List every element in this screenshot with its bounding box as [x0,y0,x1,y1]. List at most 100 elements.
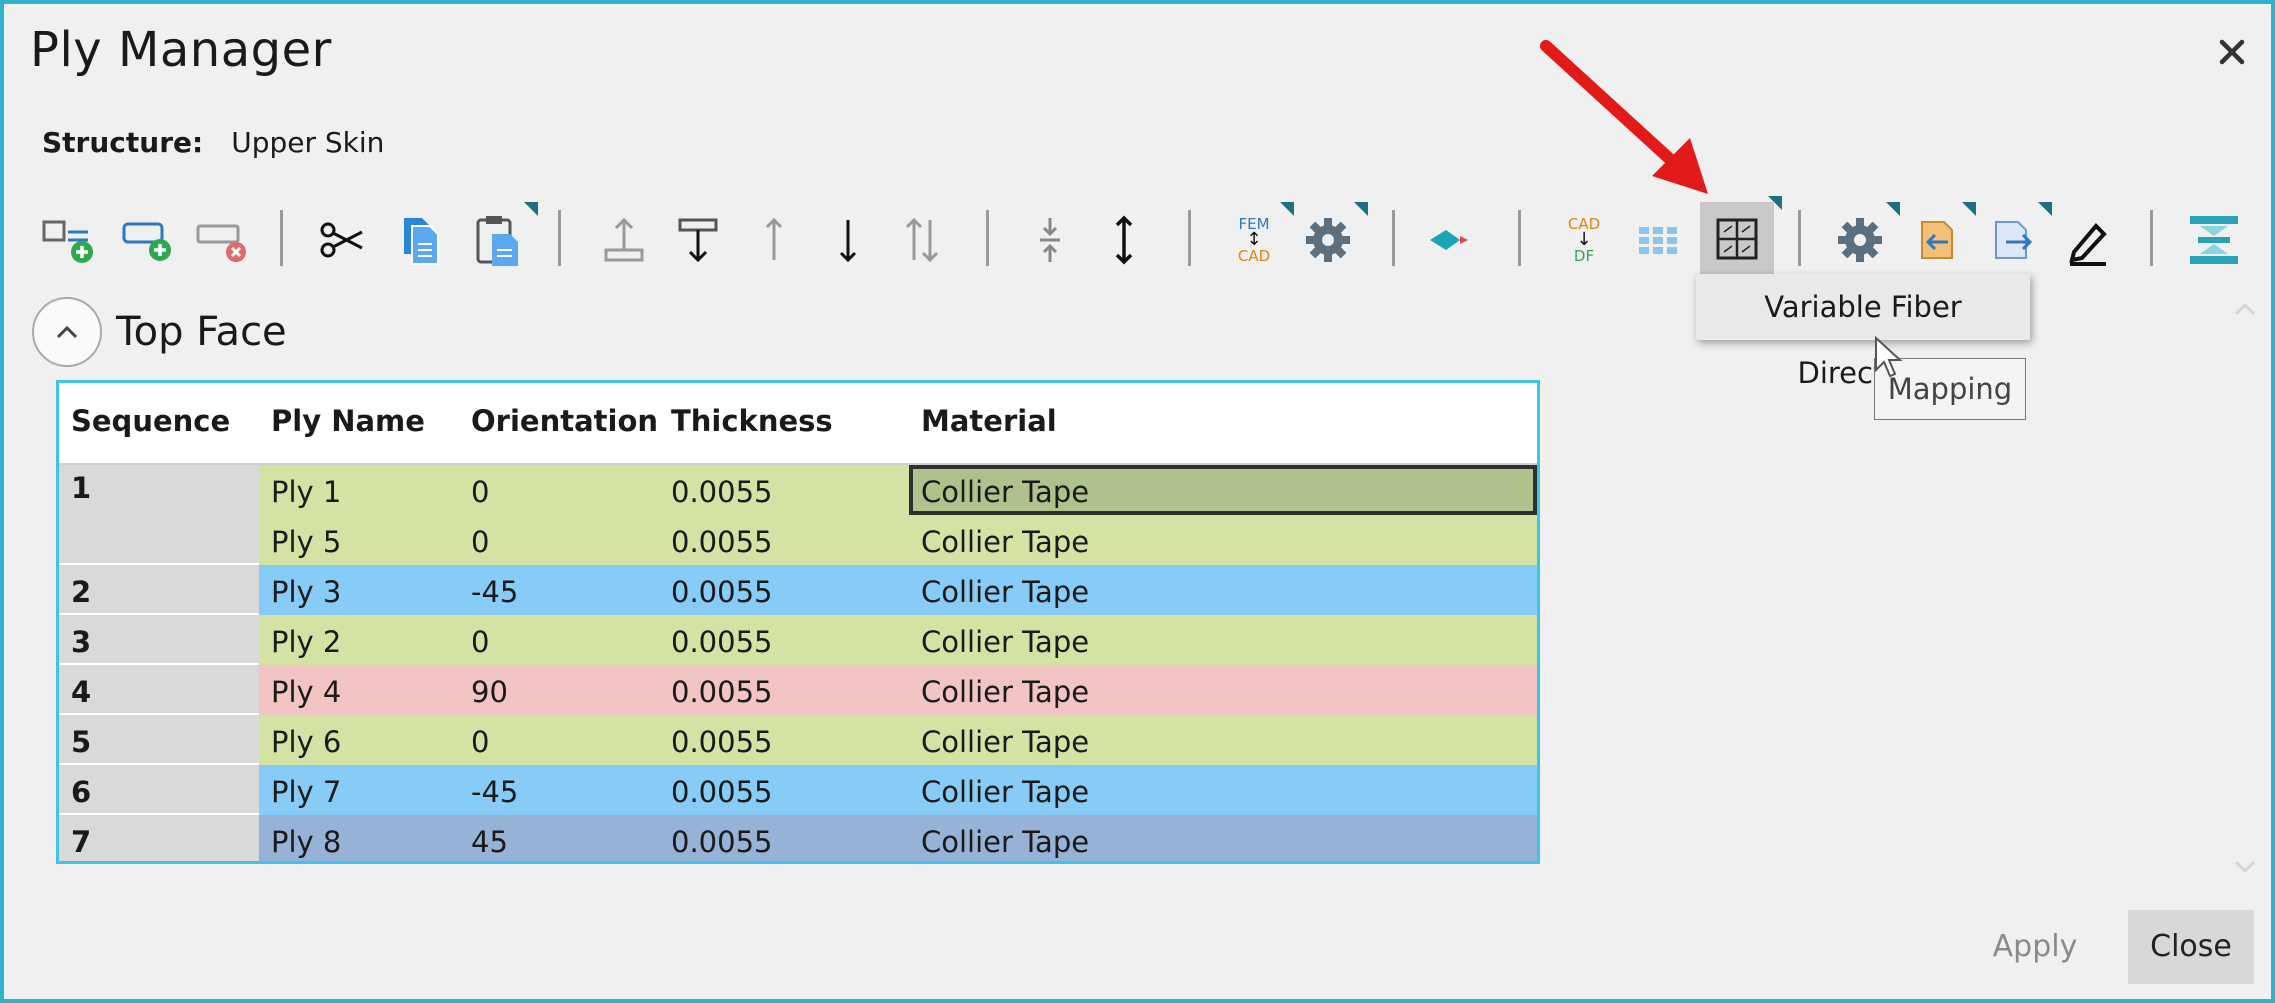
material-cell[interactable]: Collier Tape [909,715,1537,765]
scroll-down-icon[interactable] [2230,852,2260,882]
remove-icon[interactable] [190,208,254,272]
sequence-cell[interactable]: 7 [59,815,259,861]
orientation-cell[interactable]: 0 [459,465,659,515]
orientation-cell[interactable]: 0 [459,715,659,765]
orientation-cell[interactable]: -45 [459,765,659,815]
grid-icon[interactable] [1626,208,1690,272]
thickness-cell[interactable]: 0.0055 [659,765,909,815]
fem-cad-icon[interactable]: FEM ↕ CAD [1222,202,1294,272]
mouse-cursor-icon [1875,336,1903,378]
ply-name-cell[interactable]: Ply 3 [259,565,459,615]
move-down-icon[interactable] [816,208,880,272]
header-thickness[interactable]: Thickness [659,383,909,463]
material-cell[interactable]: Collier Tape [909,765,1537,815]
sequence-cell[interactable]: 6 [59,765,259,815]
add-group-icon[interactable] [116,208,180,272]
apply-button[interactable]: Apply [1972,910,2098,984]
table-row[interactable]: Ply 6 0 0.0055 Collier Tape [259,715,1537,767]
import-icon[interactable] [1904,202,1976,272]
table-row[interactable]: Ply 3 -45 0.0055 Collier Tape [259,565,1537,617]
ply-name-cell[interactable]: Ply 8 [259,815,459,865]
orientation-cell[interactable]: 0 [459,515,659,565]
sequence-cell[interactable]: 4 [59,665,259,715]
toolbar-separator [2150,210,2153,266]
toolbar-separator [1798,210,1801,266]
toolbar-separator [280,210,283,266]
tooltip-variable-fiber-direction: Variable Fiber Direction [1696,274,2030,390]
expand-icon[interactable] [1092,208,1156,272]
header-orientation[interactable]: Orientation [459,383,659,463]
thickness-cell[interactable]: 0.0055 [659,815,909,865]
sequence-cell[interactable]: 1 [59,465,259,565]
fem-arrow-glyph: ↕ [1246,229,1262,250]
cad-df-icon[interactable]: CAD ↓ DF [1552,208,1616,272]
ply-manager-dialog: Ply Manager Structure: Upper Skin FEM ↕ … [0,0,2275,1003]
stack-icon[interactable] [2182,208,2246,272]
chevron-up-icon [56,325,78,339]
scroll-up-icon[interactable] [2230,294,2260,324]
orientation-cell[interactable]: 90 [459,665,659,715]
collapse-section-button[interactable] [32,297,102,367]
thickness-cell[interactable]: 0.0055 [659,665,909,715]
cut-icon[interactable] [312,208,376,272]
sequence-cell[interactable]: 5 [59,715,259,765]
paste-icon[interactable] [466,202,538,272]
material-cell[interactable]: Collier Tape [909,815,1537,865]
ply-name-cell[interactable]: Ply 5 [259,515,459,565]
collapse-icon[interactable] [1018,208,1082,272]
variable-fiber-direction-icon[interactable] [1700,196,1782,276]
table-row[interactable]: Ply 7 -45 0.0055 Collier Tape [259,765,1537,817]
header-ply-name[interactable]: Ply Name [259,383,459,463]
table-row[interactable]: Ply 8 45 0.0055 Collier Tape [259,815,1537,861]
thickness-cell[interactable]: 0.0055 [659,515,909,565]
structure-label: Structure: [42,126,204,159]
material-cell[interactable]: Collier Tape [909,615,1537,665]
copy-icon[interactable] [388,208,452,272]
add-ply-icon[interactable] [36,208,100,272]
table-row[interactable]: Ply 1 0 0.0055 Collier Tape [259,465,1537,517]
close-icon[interactable] [2208,28,2256,76]
structure-row: Structure: Upper Skin [42,126,384,159]
thickness-cell[interactable]: 0.0055 [659,465,909,515]
table-row[interactable]: Ply 5 0 0.0055 Collier Tape [259,515,1537,567]
sequence-cell[interactable]: 3 [59,615,259,665]
toolbar-separator [1392,210,1395,266]
gear-icon[interactable] [1296,202,1368,272]
material-cell[interactable]: Collier Tape [909,465,1537,515]
orientation-cell[interactable]: 0 [459,615,659,665]
close-button[interactable]: Close [2128,910,2254,984]
ply-table: Sequence Ply Name Orientation Thickness … [56,380,1540,864]
layer-icon[interactable] [1424,208,1488,272]
ply-name-cell[interactable]: Ply 1 [259,465,459,515]
thickness-cell[interactable]: 0.0055 [659,715,909,765]
orientation-cell[interactable]: -45 [459,565,659,615]
cad-label: CAD [1237,247,1271,265]
toolbar-separator [986,210,989,266]
header-material[interactable]: Material [909,383,1537,463]
thickness-cell[interactable]: 0.0055 [659,565,909,615]
orientation-cell[interactable]: 45 [459,815,659,865]
settings-icon[interactable] [1828,202,1900,272]
material-cell[interactable]: Collier Tape [909,515,1537,565]
ply-name-cell[interactable]: Ply 2 [259,615,459,665]
sequence-cell[interactable]: 2 [59,565,259,615]
header-sequence[interactable]: Sequence [59,383,259,463]
annotation-arrow-icon [1540,40,1708,194]
material-cell[interactable]: Collier Tape [909,665,1537,715]
move-up-icon[interactable] [742,208,806,272]
sort-icon[interactable] [890,208,954,272]
move-bottom-icon[interactable] [666,208,730,272]
move-top-icon[interactable] [592,208,656,272]
structure-value: Upper Skin [231,126,385,159]
top-face-section: Top Face [32,296,287,368]
table-row[interactable]: Ply 4 90 0.0055 Collier Tape [259,665,1537,717]
material-cell[interactable]: Collier Tape [909,565,1537,615]
toolbar-separator [1188,210,1191,266]
ply-name-cell[interactable]: Ply 7 [259,765,459,815]
edit-icon[interactable] [2056,208,2120,272]
thickness-cell[interactable]: 0.0055 [659,615,909,665]
export-icon[interactable] [1980,202,2052,272]
ply-name-cell[interactable]: Ply 4 [259,665,459,715]
table-row[interactable]: Ply 2 0 0.0055 Collier Tape [259,615,1537,667]
ply-name-cell[interactable]: Ply 6 [259,715,459,765]
